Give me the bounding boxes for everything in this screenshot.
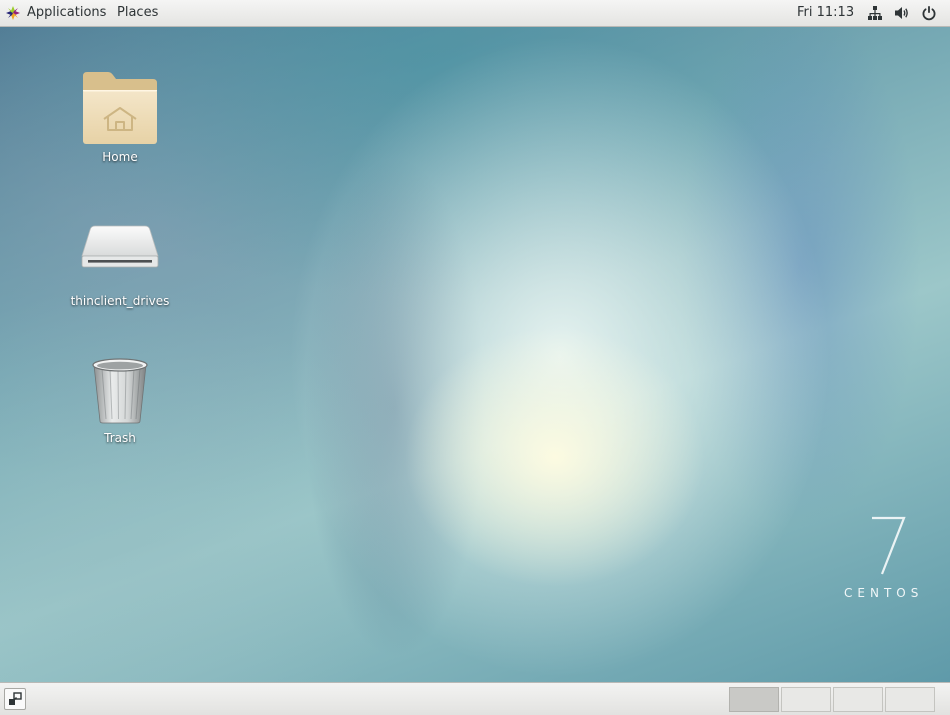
workspace-3[interactable] — [833, 687, 883, 712]
desktop-icon-label: Home — [102, 150, 138, 164]
applications-menu[interactable]: Applications — [5, 0, 106, 26]
workspace-1[interactable] — [729, 687, 779, 712]
places-menu[interactable]: Places — [117, 0, 158, 26]
workspace-4[interactable] — [885, 687, 935, 712]
home-folder-icon — [83, 72, 157, 144]
centos-wordmark: CENTOS — [844, 586, 924, 600]
trash-icon — [92, 358, 148, 424]
power-icon[interactable] — [921, 5, 937, 21]
top-panel: Applications Places Fri 11:13 — [0, 0, 950, 27]
workspace-2[interactable] — [781, 687, 831, 712]
desktop-icon-thinclient-drives[interactable]: thinclient_drives — [60, 222, 180, 308]
desktop-icon-trash[interactable]: Trash — [60, 355, 180, 445]
clock-label: Fri 11:13 — [797, 5, 855, 20]
drive-icon — [81, 225, 159, 268]
volume-icon[interactable] — [894, 5, 910, 21]
desktop-screen: Applications Places Fri 11:13 Home thinc… — [0, 0, 950, 715]
clock[interactable]: Fri 11:13 — [797, 0, 854, 26]
show-desktop-button[interactable] — [4, 688, 26, 710]
centos-logo-icon — [6, 6, 20, 20]
desktop-icon-label: Trash — [104, 431, 136, 445]
bottom-panel — [0, 682, 950, 715]
places-menu-label: Places — [117, 5, 159, 20]
centos-7-watermark — [872, 516, 906, 575]
applications-menu-label: Applications — [27, 5, 107, 20]
show-desktop-icon — [9, 692, 22, 705]
desktop-icon-home[interactable]: Home — [60, 70, 180, 164]
desktop-icon-label: thinclient_drives — [70, 294, 170, 308]
network-icon[interactable] — [867, 5, 883, 21]
